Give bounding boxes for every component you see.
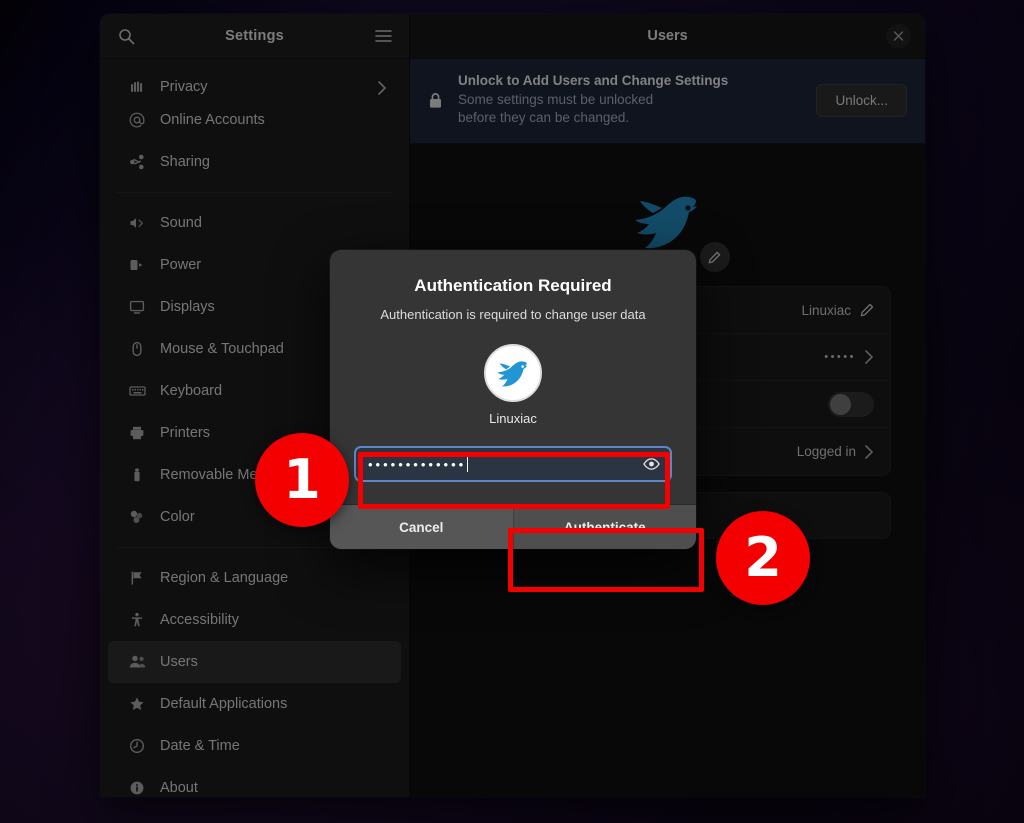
dialog-footer: Cancel Authenticate bbox=[330, 504, 696, 549]
password-value: ••••••••••••• bbox=[368, 456, 467, 472]
annotation-badge-2: 2 bbox=[716, 511, 810, 605]
password-input[interactable]: ••••••••••••• bbox=[354, 446, 672, 482]
dialog-username: Linuxiac bbox=[489, 411, 537, 426]
dialog-title: Authentication Required bbox=[414, 276, 612, 295]
eye-reveal-icon[interactable] bbox=[643, 458, 660, 471]
cancel-button[interactable]: Cancel bbox=[330, 505, 514, 549]
authentication-dialog: Authentication Required Authentication i… bbox=[330, 250, 696, 549]
dialog-body: Authentication Required Authentication i… bbox=[330, 250, 696, 504]
annotation-badge-1: 1 bbox=[255, 433, 349, 527]
authenticate-button[interactable]: Authenticate bbox=[513, 505, 696, 549]
bird-avatar bbox=[484, 344, 542, 402]
dialog-subtitle: Authentication is required to change use… bbox=[380, 307, 646, 322]
dialog-avatar-section: Linuxiac bbox=[354, 344, 672, 426]
text-caret bbox=[467, 456, 469, 472]
